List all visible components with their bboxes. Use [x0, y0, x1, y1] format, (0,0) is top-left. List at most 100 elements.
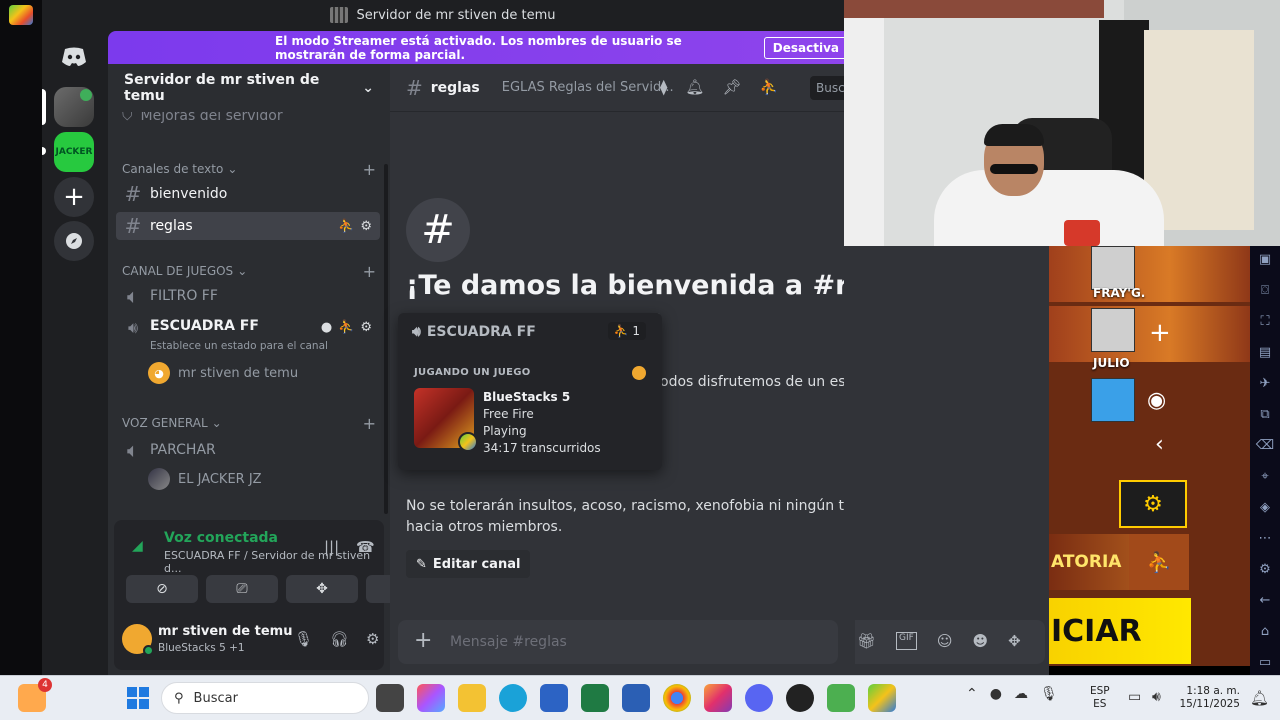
- volume-icon[interactable]: 🔊︎: [1152, 689, 1161, 705]
- bluestacks-multi-icon[interactable]: [827, 684, 855, 712]
- category-games[interactable]: CANAL DE JUEGOS ⌄ +: [122, 262, 376, 281]
- activities-button[interactable]: ✥: [286, 575, 358, 603]
- screenshot-icon[interactable]: ⌼: [1261, 283, 1269, 303]
- signal-icon[interactable]: ◢: [132, 538, 143, 554]
- camera-off-button[interactable]: ⊘: [126, 575, 198, 603]
- home-icon[interactable]: ⌂: [1261, 624, 1269, 644]
- more-icon[interactable]: ⋯: [1259, 531, 1272, 551]
- add-player-icon[interactable]: +: [1149, 318, 1171, 348]
- back-icon[interactable]: ←: [1260, 593, 1271, 613]
- emoji-icon[interactable]: ☻: [973, 632, 989, 650]
- excel-icon[interactable]: [581, 684, 609, 712]
- bell-icon[interactable]: 🔔︎: [685, 78, 704, 96]
- category-text-channels[interactable]: Canales de texto ⌄ +: [122, 160, 376, 179]
- fullscreen-icon[interactable]: ⛶: [1260, 314, 1269, 334]
- gear-icon[interactable]: ⚙: [360, 320, 372, 335]
- server-mr-stiven[interactable]: [54, 87, 94, 127]
- weather-widget[interactable]: 4: [18, 678, 52, 712]
- deactivate-streamer-button[interactable]: Desactiva: [763, 36, 844, 59]
- file-explorer-icon[interactable]: [458, 684, 486, 712]
- microphone-icon[interactable]: 🎙︎: [294, 630, 313, 648]
- player-avatar[interactable]: [1091, 308, 1135, 352]
- invite-icon[interactable]: ⛹: [338, 219, 354, 234]
- invite-icon[interactable]: ⛹: [338, 320, 354, 335]
- language-indicator[interactable]: ESP ES: [1090, 685, 1110, 711]
- microphone-icon[interactable]: 🎙︎: [1040, 686, 1058, 702]
- discord-taskbar-icon[interactable]: [745, 684, 773, 712]
- instagram-icon[interactable]: [704, 684, 732, 712]
- gear-icon[interactable]: ⚙: [366, 630, 379, 648]
- voice-user[interactable]: ◕ mr stiven de temu: [148, 362, 298, 384]
- tray-app-icon[interactable]: ●: [990, 686, 1002, 702]
- gif-icon[interactable]: GIF: [896, 632, 917, 650]
- channel-reglas[interactable]: # reglas ⛹ ⚙: [116, 212, 380, 240]
- discord-home-button[interactable]: [54, 37, 94, 77]
- channel-topic[interactable]: EGLAS Reglas del Servid...: [502, 80, 674, 95]
- windows-start-button[interactable]: [127, 687, 149, 709]
- player-avatar[interactable]: [1091, 246, 1135, 290]
- disconnect-icon[interactable]: ☎: [356, 538, 375, 556]
- scrollbar[interactable]: [384, 164, 388, 514]
- server-boost-item[interactable]: ⛉ Mejoras del servidor: [122, 112, 283, 124]
- pin-icon[interactable]: 📌︎: [722, 78, 741, 96]
- search-input[interactable]: Busc: [810, 76, 844, 100]
- edit-channel-button[interactable]: ✎ Editar canal: [406, 550, 531, 578]
- threads-icon[interactable]: ⧫: [660, 78, 667, 96]
- channel-bienvenido[interactable]: # bienvenido: [116, 180, 380, 208]
- chevron-left-icon[interactable]: ‹: [1155, 432, 1164, 457]
- headphones-icon[interactable]: 🎧︎: [330, 630, 349, 648]
- eye-icon[interactable]: ◉: [1147, 388, 1166, 413]
- add-channel-button[interactable]: +: [363, 414, 376, 433]
- gift-icon[interactable]: 🎁︎: [857, 632, 876, 650]
- gear-icon[interactable]: ⚙: [1259, 562, 1271, 582]
- squad-icon[interactable]: ⛹: [1129, 534, 1189, 590]
- chrome-icon[interactable]: [663, 684, 691, 712]
- avatar[interactable]: [122, 624, 154, 656]
- eraser-icon[interactable]: ⌫: [1256, 438, 1274, 458]
- layers-icon[interactable]: ◈: [1260, 500, 1270, 520]
- chat-bubble-icon[interactable]: ●: [321, 320, 332, 335]
- start-game-button[interactable]: ICIAR: [1049, 598, 1191, 664]
- explore-servers-button[interactable]: [54, 221, 94, 261]
- player-avatar[interactable]: [1091, 378, 1135, 422]
- message-composer[interactable]: + Mensaje #reglas: [398, 620, 838, 664]
- game-settings-icon[interactable]: ⚙: [1119, 480, 1187, 528]
- taskbar-search[interactable]: ⚲ Buscar: [161, 682, 369, 714]
- user-name[interactable]: mr stiven de temu: [158, 624, 292, 639]
- apk-icon[interactable]: ▣: [1259, 252, 1271, 272]
- voice-user[interactable]: EL JACKER JZ: [148, 468, 262, 490]
- chevron-up-icon[interactable]: ⌃: [966, 686, 978, 702]
- clock[interactable]: 1:18 a. m. 15/11/2025: [1178, 685, 1240, 711]
- channel-filtro-ff[interactable]: 🔈︎ FILTRO FF: [116, 282, 380, 310]
- add-channel-button[interactable]: +: [363, 160, 376, 179]
- multi-instance-icon[interactable]: ⧉: [1260, 407, 1269, 427]
- edge-icon[interactable]: [499, 684, 527, 712]
- obs-icon[interactable]: [786, 684, 814, 712]
- recents-icon[interactable]: ▭: [1259, 655, 1271, 675]
- add-server-button[interactable]: +: [54, 177, 94, 217]
- task-view-icon[interactable]: [376, 684, 404, 712]
- attach-plus-icon[interactable]: +: [414, 630, 436, 653]
- server-jacker[interactable]: JACKER: [54, 132, 94, 172]
- channel-status-prompt[interactable]: Establece un estado para el canal: [150, 340, 328, 352]
- members-icon[interactable]: ⛹: [760, 78, 779, 96]
- display-icon[interactable]: ▭: [1128, 689, 1141, 705]
- copilot-icon[interactable]: [417, 684, 445, 712]
- network-icon[interactable]: ☁: [1014, 686, 1028, 702]
- bluestacks-taskbar-icon[interactable]: [868, 684, 896, 712]
- gear-icon[interactable]: ⚙: [360, 219, 372, 234]
- message-input[interactable]: Mensaje #reglas: [450, 634, 567, 650]
- voice-status-title[interactable]: Voz conectada: [164, 530, 278, 546]
- category-voice[interactable]: VOZ GENERAL ⌄ +: [122, 414, 376, 433]
- screen-share-button[interactable]: ⎚: [206, 575, 278, 603]
- store-icon[interactable]: [540, 684, 568, 712]
- location-icon[interactable]: ⌖: [1261, 469, 1268, 489]
- bluestacks-logo-icon[interactable]: [9, 5, 33, 25]
- apps-icon[interactable]: ✥: [1008, 632, 1021, 650]
- media-icon[interactable]: ▤: [1259, 345, 1271, 365]
- sticker-icon[interactable]: ☺: [937, 632, 953, 650]
- add-channel-button[interactable]: +: [363, 262, 376, 281]
- channel-parchar[interactable]: 🔈︎ PARCHAR: [116, 436, 380, 464]
- server-header[interactable]: Servidor de mr stiven de temu ⌄: [108, 64, 390, 112]
- notifications-icon[interactable]: 🔔︎: [1250, 689, 1269, 707]
